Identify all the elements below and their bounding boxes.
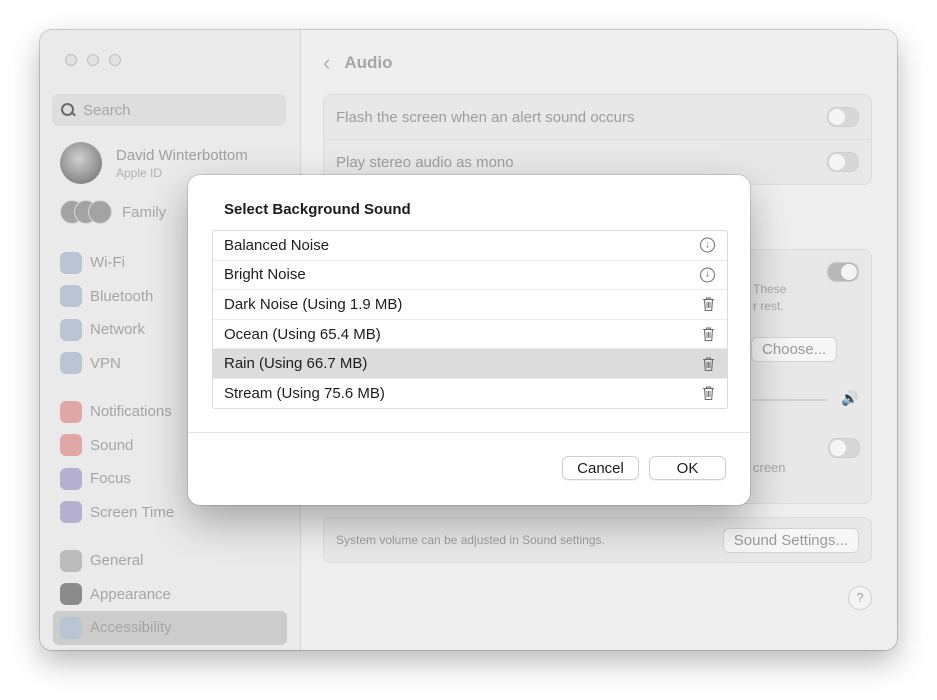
select-background-sound-dialog: Select Background Sound Balanced Noise ↓ B…	[188, 175, 750, 505]
sound-list-item[interactable]: Balanced Noise ↓	[213, 231, 727, 260]
globe-icon	[60, 318, 82, 341]
sidebar-item-appearance[interactable]: Appearance	[53, 578, 287, 612]
sidebar-item-accessibility[interactable]: Accessibility	[53, 611, 287, 645]
trash-icon[interactable]	[702, 297, 715, 312]
sound-label: Balanced Noise	[224, 236, 330, 254]
sidebar-item-label: General	[90, 552, 144, 570]
globe-icon	[60, 352, 82, 375]
volume-note: System volume can be adjusted in Sound s…	[336, 533, 605, 547]
download-icon[interactable]: ↓	[700, 267, 715, 283]
sound-list-item[interactable]: Ocean (Using 65.4 MB)	[213, 318, 727, 349]
sidebar-item-label: Sound	[90, 436, 134, 454]
flash-screen-toggle[interactable]	[827, 107, 859, 127]
gear-icon	[60, 549, 82, 572]
alerts-panel: Flash the screen when an alert sound occ…	[323, 94, 872, 185]
sound-list-item[interactable]: Dark Noise (Using 1.9 MB)	[213, 289, 727, 319]
sound-list-item[interactable]: Bright Noise ↓	[213, 259, 727, 290]
cancel-button[interactable]: Cancel	[562, 456, 639, 480]
sidebar-item-label: Bluetooth	[90, 287, 154, 305]
sound-label: Bright Noise	[224, 266, 306, 284]
wifi-icon	[60, 251, 82, 274]
sidebar-item-label: Notifications	[90, 403, 172, 421]
family-item[interactable]: Family	[60, 200, 166, 224]
sidebar-item-label: Network	[90, 321, 146, 339]
accessibility-icon	[60, 616, 82, 639]
sidebar-item-label: Wi-Fi	[90, 254, 125, 272]
sidebar-item-label: Focus	[90, 470, 131, 488]
bell-icon	[60, 400, 82, 423]
sidebar-item-general[interactable]: General	[53, 544, 287, 578]
help-button[interactable]: ?	[848, 586, 872, 610]
speaker-volume-icon: 🔊	[841, 390, 859, 406]
appearance-icon	[60, 583, 82, 606]
sidebar-item-label: VPN	[90, 354, 121, 372]
hourglass-icon	[60, 501, 82, 524]
bluetooth-icon	[60, 285, 82, 308]
family-avatars-icon	[60, 200, 112, 224]
search-icon	[61, 103, 75, 117]
flash-screen-row: Flash the screen when an alert sound occ…	[324, 95, 871, 139]
window-controls	[65, 54, 121, 66]
partial-text-rest: r rest.	[753, 299, 784, 313]
stereo-mono-toggle[interactable]	[827, 152, 859, 172]
avatar	[60, 142, 102, 184]
choose-button[interactable]: Choose...	[751, 337, 838, 362]
trash-icon[interactable]	[702, 386, 715, 401]
speaker-icon	[60, 434, 82, 457]
partial-text-these: These	[753, 282, 787, 296]
volume-note-panel: System volume can be adjusted in Sound s…	[323, 517, 872, 563]
close-window-button[interactable]	[65, 54, 77, 66]
back-chevron-icon[interactable]: ‹	[323, 50, 330, 76]
stereo-mono-label: Play stereo audio as mono	[336, 153, 514, 171]
sidebar-item-label: Accessibility	[90, 619, 172, 637]
user-name: David Winterbottom	[116, 146, 248, 164]
sound-list-item[interactable]: Stream (Using 75.6 MB)	[213, 377, 727, 408]
sidebar-item-label: Appearance	[90, 585, 171, 603]
zoom-window-button[interactable]	[109, 54, 121, 66]
sound-settings-button[interactable]: Sound Settings...	[722, 527, 859, 553]
family-label: Family	[122, 203, 167, 221]
ok-button[interactable]: OK	[649, 456, 726, 480]
sound-label: Dark Noise (Using 1.9 MB)	[224, 295, 403, 313]
download-icon[interactable]: ↓	[700, 237, 715, 253]
dialog-divider	[188, 432, 750, 433]
flash-screen-label: Flash the screen when an alert sound occ…	[336, 108, 635, 126]
sound-list-item[interactable]: Rain (Using 66.7 MB)	[213, 348, 727, 378]
search-field[interactable]: Search	[52, 94, 286, 126]
moon-icon	[60, 467, 82, 490]
minimize-window-button[interactable]	[87, 54, 99, 66]
background-sounds-toggle[interactable]	[827, 262, 859, 282]
sound-label: Ocean (Using 65.4 MB)	[224, 325, 381, 343]
volume-slider-track[interactable]	[753, 399, 828, 401]
dialog-title: Select Background Sound	[224, 201, 411, 218]
partial-text-screen: creen	[753, 460, 786, 475]
trash-icon[interactable]	[702, 327, 715, 342]
screen-toggle[interactable]	[828, 438, 860, 458]
trash-icon[interactable]	[702, 356, 715, 371]
page-title: Audio	[344, 53, 393, 72]
sound-label: Rain (Using 66.7 MB)	[224, 355, 368, 373]
search-placeholder: Search	[83, 101, 131, 119]
sound-list: Balanced Noise ↓ Bright Noise ↓ Dark Noise (…	[212, 230, 728, 409]
sound-label: Stream (Using 75.6 MB)	[224, 384, 385, 402]
sidebar-item-label: Screen Time	[90, 503, 175, 521]
